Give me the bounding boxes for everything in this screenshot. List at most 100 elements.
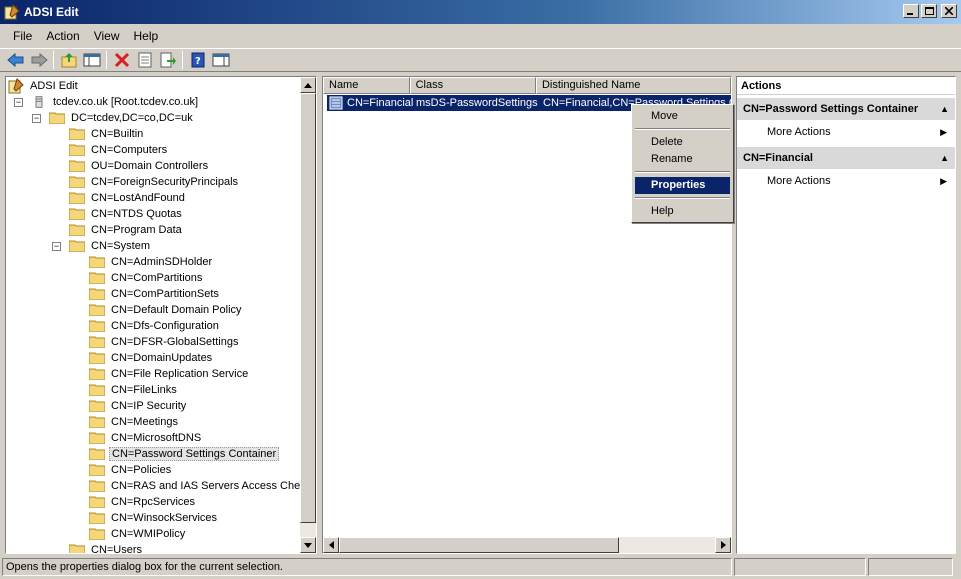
column-header-name[interactable]: Name [323, 77, 410, 94]
close-button[interactable] [941, 4, 957, 18]
tree-item-cn-ntds-quotas[interactable]: CN=NTDS Quotas [52, 206, 184, 222]
minimize-button[interactable] [903, 4, 919, 18]
folder-icon [89, 400, 105, 412]
back-button[interactable] [4, 49, 27, 71]
folder-icon [89, 464, 105, 476]
tree-item-label: CN=ComPartitionSets [111, 288, 219, 300]
help-button[interactable]: ? [186, 49, 209, 71]
tree-item-label: CN=Password Settings Container [109, 447, 280, 461]
tree-item-cn-winsockservices[interactable]: CN=WinsockServices [72, 510, 219, 526]
scroll-up-button[interactable] [300, 77, 316, 93]
tree-item-cn-compartitions[interactable]: CN=ComPartitions [72, 270, 204, 286]
tree-item-adsi-edit-root[interactable]: ADSI Edit [8, 78, 80, 94]
column-header-class[interactable]: Class [409, 77, 536, 94]
tree-item-label: CN=Policies [111, 464, 172, 476]
context-menu-help[interactable]: Help [635, 203, 730, 220]
tree-item-cn-builtin[interactable]: CN=Builtin [52, 126, 145, 142]
tree-item-label: CN=AdminSDHolder [111, 256, 213, 268]
tree-vertical-scrollbar[interactable] [300, 77, 316, 553]
up-one-level-button[interactable] [57, 49, 80, 71]
close-icon [945, 7, 953, 15]
tree-item-cn-rpcservices[interactable]: CN=RpcServices [72, 494, 197, 510]
folder-icon [89, 368, 105, 380]
menu-action[interactable]: Action [39, 29, 86, 43]
context-menu-delete[interactable]: Delete [635, 134, 730, 151]
list-horizontal-scrollbar[interactable] [323, 537, 731, 553]
tree-item-cn-system[interactable]: − CN=System [52, 238, 152, 254]
console-tree-icon [83, 53, 100, 67]
folder-icon [89, 336, 105, 348]
collapse-caret-icon[interactable]: ▲ [940, 147, 949, 169]
menu-file[interactable]: File [6, 29, 39, 43]
show-hide-console-tree-button[interactable] [80, 49, 103, 71]
tree-item-cn-wmipolicy[interactable]: CN=WMIPolicy [72, 526, 187, 542]
console-tree-pane[interactable]: ADSI Edit − tcdev.co.uk [Root.tcdev.co.uk]… [5, 76, 317, 554]
show-hide-action-pane-button[interactable] [209, 49, 232, 71]
folder-icon [89, 416, 105, 428]
tree-item-cn-policies[interactable]: CN=Policies [72, 462, 173, 478]
scroll-right-button[interactable] [715, 537, 731, 553]
action-group-password-settings-container[interactable]: CN=Password Settings Container ▲ [737, 98, 955, 120]
delete-button[interactable] [110, 49, 133, 71]
properties-button[interactable] [133, 49, 156, 71]
more-actions-link[interactable]: More Actions ▶ [737, 171, 955, 191]
folder-icon [69, 240, 85, 252]
column-header-distinguished-name[interactable]: Distinguished Name [535, 77, 731, 94]
up-folder-icon [61, 53, 76, 68]
context-menu-properties[interactable]: Properties [635, 177, 730, 194]
tree-item-cn-filelinks[interactable]: CN=FileLinks [72, 382, 179, 398]
tree-item-cn-file-replication-service[interactable]: CN=File Replication Service [72, 366, 250, 382]
scroll-down-button[interactable] [300, 537, 316, 553]
tree-item-tcdev-co-uk-root-tcdev-co-uk[interactable]: − tcdev.co.uk [Root.tcdev.co.uk] [14, 94, 200, 110]
scroll-left-button[interactable] [323, 537, 339, 553]
tree-item-cn-computers[interactable]: CN=Computers [52, 142, 169, 158]
tree-item-cn-program-data[interactable]: CN=Program Data [52, 222, 184, 238]
tree-item-cn-dfsr-globalsettings[interactable]: CN=DFSR-GlobalSettings [72, 334, 240, 350]
tree-item-cn-adminsdholder[interactable]: CN=AdminSDHolder [72, 254, 214, 270]
tree-item-cn-dfs-configuration[interactable]: CN=Dfs-Configuration [72, 318, 221, 334]
arrow-right-icon [720, 541, 726, 549]
context-menu: Move Delete Rename Properties Help [631, 104, 734, 223]
tree-item-cn-password-settings-container[interactable]: CN=Password Settings Container [72, 446, 280, 462]
tree-item-dc-tcdev-dc-co-dc-uk[interactable]: − DC=tcdev,DC=co,DC=uk [32, 110, 195, 126]
tree-item-cn-ip-security[interactable]: CN=IP Security [72, 398, 188, 414]
menu-view[interactable]: View [87, 29, 127, 43]
context-menu-move[interactable]: Move [635, 108, 730, 125]
collapse-toggle[interactable]: − [52, 241, 61, 251]
toolbar-separator [182, 51, 183, 69]
tree-item-label: CN=RpcServices [111, 496, 196, 508]
export-list-button[interactable] [156, 49, 179, 71]
folder-icon [89, 432, 105, 444]
menu-help[interactable]: Help [127, 29, 166, 43]
action-group-financial[interactable]: CN=Financial ▲ [737, 147, 955, 169]
collapse-toggle[interactable]: − [14, 97, 23, 107]
menu-bar: File Action View Help [0, 26, 961, 46]
tree-item-cn-lostandfound[interactable]: CN=LostAndFound [52, 190, 187, 206]
tree-item-ou-domain-controllers[interactable]: OU=Domain Controllers [52, 158, 210, 174]
scroll-thumb[interactable] [300, 93, 316, 523]
tree-item-cn-microsoftdns[interactable]: CN=MicrosoftDNS [72, 430, 203, 446]
maximize-icon [924, 7, 934, 15]
folder-icon [89, 272, 105, 284]
tree-item-label: CN=MicrosoftDNS [111, 432, 202, 444]
collapse-toggle[interactable]: − [32, 113, 41, 123]
maximize-button[interactable] [921, 4, 937, 18]
scroll-thumb[interactable] [339, 537, 619, 553]
tree-item-cn-domainupdates[interactable]: CN=DomainUpdates [72, 350, 214, 366]
forward-button[interactable] [27, 49, 50, 71]
tree-item-label: CN=FileLinks [111, 384, 177, 396]
tree-item-cn-foreignsecurityprincipals[interactable]: CN=ForeignSecurityPrincipals [52, 174, 240, 190]
context-menu-rename[interactable]: Rename [635, 151, 730, 168]
tree-item-cn-ras-and-ias-servers-access-check[interactable]: CN=RAS and IAS Servers Access Check [72, 478, 313, 494]
row-class: msDS-PasswordSettings [416, 97, 538, 109]
tree-item-cn-meetings[interactable]: CN=Meetings [72, 414, 180, 430]
delete-x-icon [114, 52, 129, 68]
more-actions-link[interactable]: More Actions ▶ [737, 122, 955, 142]
folder-icon [89, 496, 105, 508]
toolbar: ? [0, 48, 961, 72]
tree-item-cn-users[interactable]: CN=Users [52, 542, 144, 553]
tree-item-cn-compartitionsets[interactable]: CN=ComPartitionSets [72, 286, 221, 302]
collapse-caret-icon[interactable]: ▲ [940, 98, 949, 120]
tree-item-cn-default-domain-policy[interactable]: CN=Default Domain Policy [72, 302, 244, 318]
adsi-edit-icon [8, 78, 24, 94]
